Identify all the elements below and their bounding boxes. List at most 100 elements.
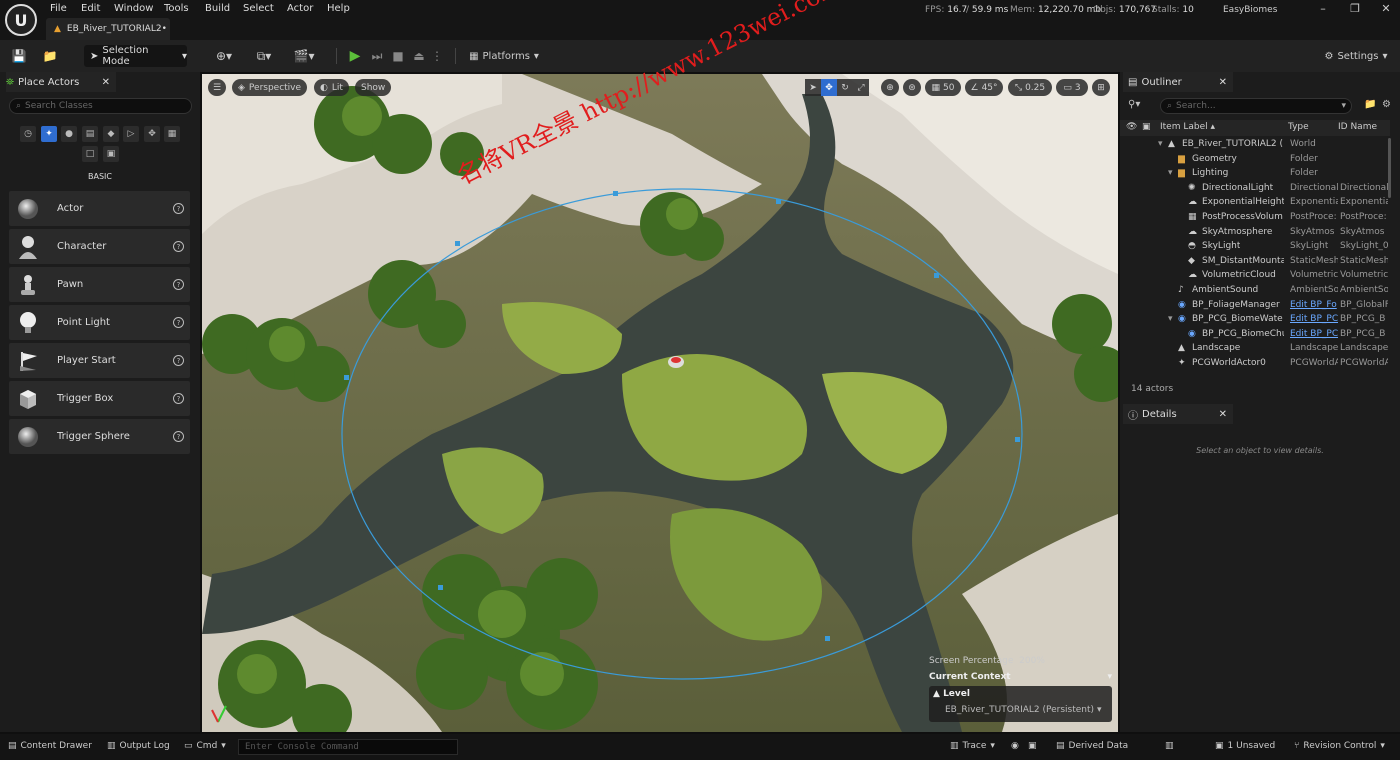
menu-tools[interactable]: Tools — [164, 3, 189, 14]
content-drawer-button[interactable]: ▤ Content Drawer — [8, 741, 92, 751]
cinematic-category-icon[interactable]: ▤ — [82, 126, 98, 142]
help-icon[interactable]: ? — [173, 203, 184, 214]
step-icon[interactable]: ⏭ — [368, 46, 386, 66]
add-actor-icon[interactable]: ⊕▾ — [210, 46, 238, 66]
lit-button[interactable]: ◐ Lit — [314, 79, 349, 96]
output-log-button[interactable]: ▥ Output Log — [107, 741, 170, 751]
outliner-row[interactable]: ♪ AmbientSound AmbientSo AmbientSo — [1120, 284, 1390, 299]
outliner-row[interactable]: ☁ VolumetricCloud Volumetric Volumetric — [1120, 269, 1390, 284]
save-icon[interactable]: 💾 — [10, 46, 28, 66]
camera-speed-button[interactable]: ▭ 3 — [1056, 79, 1088, 96]
menu-edit[interactable]: Edit — [81, 3, 100, 14]
menu-window[interactable]: Window — [114, 3, 153, 14]
viewport-menu-button[interactable]: ☰ — [208, 79, 226, 96]
outliner-row[interactable]: ▾ ▆ Lighting Folder — [1120, 167, 1390, 182]
outliner-item-type[interactable]: Edit BP_PC — [1290, 314, 1338, 324]
surface-snap-icon[interactable]: ⊛ — [903, 79, 921, 96]
outliner-row[interactable]: ◆ SM_DistantMounta StaticMesh StaticMesh — [1120, 255, 1390, 270]
close-icon[interactable]: ✕ — [1219, 409, 1227, 420]
help-icon[interactable]: ? — [173, 355, 184, 366]
screenshot-icon[interactable]: ▣ — [1028, 741, 1037, 751]
menu-select[interactable]: Select — [243, 3, 274, 14]
geometry-category-icon[interactable]: ▷ — [123, 126, 139, 142]
cmd-dropdown[interactable]: ▭ Cmd ▾ — [184, 741, 226, 751]
outliner-row[interactable]: ◉ BP_FoliageManager Edit BP_Fo BP_GlobalF — [1120, 299, 1390, 314]
recent-category-icon[interactable]: ◷ — [20, 126, 36, 142]
outliner-row[interactable]: ☁ SkyAtmosphere SkyAtmos SkyAtmos — [1120, 226, 1390, 241]
grid-snap-button[interactable]: ▦ 50 — [925, 79, 961, 96]
level-selector[interactable]: EB_River_TUTORIAL2 (Persistent) ▾ — [945, 705, 1101, 715]
outliner-scrollbar[interactable] — [1388, 138, 1391, 198]
visibility-icon[interactable]: 👁 — [1126, 122, 1137, 132]
derived-data-button[interactable]: ▤ Derived Data — [1056, 741, 1128, 751]
more-category-icon[interactable]: ▣ — [103, 146, 119, 162]
help-icon[interactable]: ? — [173, 241, 184, 252]
scale-tool-icon[interactable]: ⤢ — [853, 79, 869, 96]
basic-category-icon[interactable]: ✦ — [41, 126, 57, 142]
settings-button[interactable]: ⚙ Settings ▾ — [1322, 46, 1390, 66]
scale-snap-button[interactable]: ⤡ 0.25 — [1008, 79, 1052, 96]
actor-item-player-start[interactable]: Player Start ? — [9, 343, 190, 378]
outliner-row[interactable]: ▾ ▲ EB_River_TUTORIAL2 (World — [1120, 138, 1390, 153]
help-icon[interactable]: ? — [173, 393, 184, 404]
outliner-tab[interactable]: ▤ Outliner ✕ — [1123, 72, 1233, 92]
platforms-dropdown[interactable]: ▦ Platforms ▾ — [468, 46, 540, 66]
minimize-icon[interactable]: – — [1315, 2, 1331, 16]
column-type[interactable]: Type — [1288, 122, 1309, 132]
level-viewport[interactable]: ☰ ◈ Perspective ◐ Lit Show ➤ ✥ ↻ ⤢ ⊕ ⊛ ▦… — [202, 74, 1118, 732]
selection-mode-dropdown[interactable]: ➤ Selection Mode ▾ — [84, 45, 187, 67]
outliner-search-input[interactable]: ⌕ Search... ▾ — [1160, 98, 1352, 114]
lights-category-icon[interactable]: ● — [61, 126, 77, 142]
world-space-icon[interactable]: ⊕ — [881, 79, 899, 96]
search-classes-input[interactable]: ⌕ Search Classes — [9, 98, 192, 114]
expand-arrow-icon[interactable]: ▾ — [1168, 168, 1173, 178]
outliner-row[interactable]: ☁ ExponentialHeightF Exponentia Exponentia — [1120, 196, 1390, 211]
outliner-row[interactable]: ▾ ◉ BP_PCG_BiomeWate Edit BP_PC BP_PCG_B — [1120, 313, 1390, 328]
revision-control-button[interactable]: ⑂ Revision Control ▾ — [1294, 741, 1385, 751]
unsaved-button[interactable]: ▣ 1 Unsaved — [1215, 741, 1275, 751]
more-options-icon[interactable]: ⋮ — [431, 46, 443, 66]
close-icon[interactable]: ✕ — [1378, 2, 1394, 16]
rotate-tool-icon[interactable]: ↻ — [837, 79, 853, 96]
all-classes-category-icon[interactable]: ▦ — [164, 126, 180, 142]
trace-dropdown[interactable]: ▥ Trace ▾ — [950, 741, 995, 751]
outliner-row[interactable]: ▆ Geometry Folder — [1120, 153, 1390, 168]
place-actors-tab[interactable]: ⛯ Place Actors ✕ — [6, 72, 116, 92]
unreal-logo[interactable]: U — [5, 4, 37, 36]
stats-icon[interactable]: ▥ — [1165, 741, 1174, 751]
current-context-title[interactable]: Current Context ▾ — [929, 672, 1112, 682]
expand-arrow-icon[interactable]: ▾ — [1168, 314, 1173, 324]
eject-icon[interactable]: ⏏ — [410, 46, 428, 66]
actor-item-trigger-sphere[interactable]: Trigger Sphere ? — [9, 419, 190, 454]
menu-file[interactable]: File — [50, 3, 67, 14]
blueprints-icon[interactable]: ⧉▾ — [250, 46, 278, 66]
actor-item-trigger-box[interactable]: Trigger Box ? — [9, 381, 190, 416]
column-id-name[interactable]: ID Name — [1338, 122, 1377, 132]
outliner-item-type[interactable]: Edit BP_Fo — [1290, 300, 1337, 310]
volumes-category-icon[interactable]: ✥ — [144, 126, 160, 142]
filter-icon[interactable]: ⚲▾ — [1128, 99, 1140, 110]
outliner-row[interactable]: ▲ Landscape Landscape Landscape — [1120, 342, 1390, 357]
play-icon[interactable]: ▶ — [346, 46, 364, 66]
actor-item-pawn[interactable]: Pawn ? — [9, 267, 190, 302]
translate-tool-icon[interactable]: ✥ — [821, 79, 837, 96]
actor-item-point-light[interactable]: Point Light ? — [9, 305, 190, 340]
outliner-row[interactable]: ◉ BP_PCG_BiomeChu Edit BP_PC BP_PCG_B — [1120, 328, 1390, 343]
maximize-viewport-icon[interactable]: ⊞ — [1092, 79, 1110, 96]
outliner-row[interactable]: ▦ PostProcessVolum PostProce: PostProce: — [1120, 211, 1390, 226]
menu-actor[interactable]: Actor — [287, 3, 313, 14]
outliner-row[interactable]: ◓ SkyLight SkyLight SkyLight_0 — [1120, 240, 1390, 255]
actor-item-actor[interactable]: Actor ? — [9, 191, 190, 226]
expand-arrow-icon[interactable]: ▾ — [1158, 139, 1163, 149]
show-button[interactable]: Show — [355, 79, 392, 96]
stop-icon[interactable]: ■ — [389, 46, 407, 66]
menu-build[interactable]: Build — [205, 3, 230, 14]
level-tab[interactable]: ▲ EB_River_TUTORIAL2• — [46, 18, 170, 40]
column-item-label[interactable]: Item Label ▴ — [1160, 122, 1215, 132]
close-icon[interactable]: ✕ — [1219, 77, 1227, 88]
browse-icon[interactable]: 📁 — [40, 46, 60, 66]
cinematics-icon[interactable]: 🎬▾ — [290, 46, 318, 66]
visual-effects-category-icon[interactable]: ◆ — [103, 126, 119, 142]
help-icon[interactable]: ? — [173, 317, 184, 328]
maximize-icon[interactable]: ❐ — [1347, 2, 1363, 16]
